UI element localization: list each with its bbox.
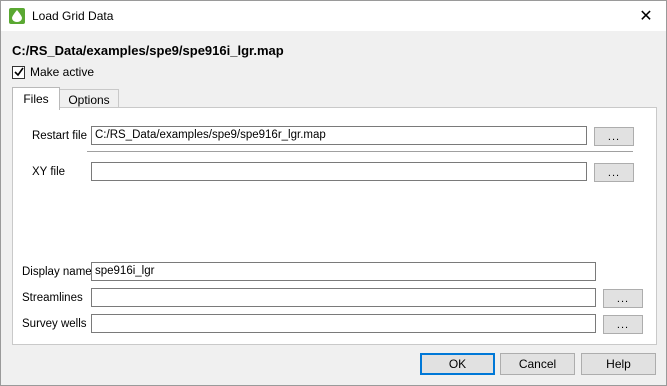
tab-files-label: Files xyxy=(23,92,49,106)
survey-wells-label: Survey wells xyxy=(22,318,87,330)
survey-wells-input[interactable] xyxy=(91,314,596,333)
checkmark-icon[interactable] xyxy=(12,65,25,79)
file-path-heading: C:/RS_Data/examples/spe9/spe916i_lgr.map xyxy=(12,43,284,58)
load-grid-data-dialog: Load Grid Data ✕ C:/RS_Data/examples/spe… xyxy=(0,0,667,386)
streamlines-browse-button[interactable]: ... xyxy=(603,289,643,308)
ok-button[interactable]: OK xyxy=(420,353,495,375)
restart-file-browse-button[interactable]: ... xyxy=(594,127,634,146)
restart-file-label: Restart file xyxy=(32,130,87,142)
xy-file-browse-button[interactable]: ... xyxy=(594,163,634,182)
make-active-checkbox[interactable]: Make active xyxy=(12,65,94,79)
xy-file-input[interactable] xyxy=(91,162,587,181)
restart-file-input[interactable]: C:/RS_Data/examples/spe9/spe916r_lgr.map xyxy=(91,126,587,145)
window-title: Load Grid Data xyxy=(32,9,114,23)
streamlines-input[interactable] xyxy=(91,288,596,307)
streamlines-label: Streamlines xyxy=(22,292,83,304)
make-active-label: Make active xyxy=(30,65,95,79)
divider xyxy=(87,151,633,152)
survey-wells-browse-button[interactable]: ... xyxy=(603,315,643,334)
droplet-icon xyxy=(9,8,25,24)
help-button[interactable]: Help xyxy=(581,353,656,375)
tab-options-label: Options xyxy=(68,93,110,107)
title-bar: Load Grid Data ✕ xyxy=(1,1,666,31)
display-name-label: Display name xyxy=(22,266,92,278)
close-icon[interactable]: ✕ xyxy=(634,5,658,27)
xy-file-label: XY file xyxy=(32,166,66,178)
tab-files[interactable]: Files xyxy=(12,87,60,110)
display-name-input[interactable]: spe916i_lgr xyxy=(91,262,596,281)
cancel-button[interactable]: Cancel xyxy=(500,353,575,375)
